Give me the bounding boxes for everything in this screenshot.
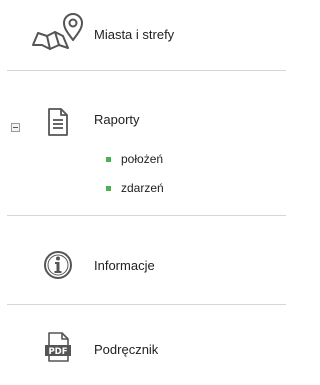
menu-item-informacje[interactable]: Informacje [0, 216, 286, 301]
side-menu: Miasta i strefy Raporty położeń zdarzeń … [0, 0, 286, 385]
document-icon[interactable] [47, 107, 69, 137]
bullet-icon [106, 186, 111, 191]
menu-item-label: Miasta i strefy [94, 27, 175, 42]
bullet-icon [106, 157, 111, 162]
menu-item-label: Podręcznik [94, 342, 159, 357]
pdf-icon-text: PDF [48, 347, 67, 357]
menu-item-podrecznik[interactable]: PDF Podręcznik [0, 305, 286, 385]
pdf-icon: PDF [44, 331, 72, 363]
menu-group-raporty: Raporty położeń zdarzeń [0, 71, 286, 215]
menu-item-raporty-label[interactable]: Raporty [94, 112, 140, 128]
info-icon [43, 250, 73, 280]
menu-item-label: Informacje [94, 258, 155, 273]
subitem-label: położeń [121, 152, 164, 166]
subitem-label: zdarzeń [121, 181, 164, 195]
map-pin-icon [30, 12, 90, 50]
collapse-minus-icon[interactable] [11, 123, 20, 132]
menu-item-miasta-i-strefy[interactable]: Miasta i strefy [0, 0, 286, 66]
